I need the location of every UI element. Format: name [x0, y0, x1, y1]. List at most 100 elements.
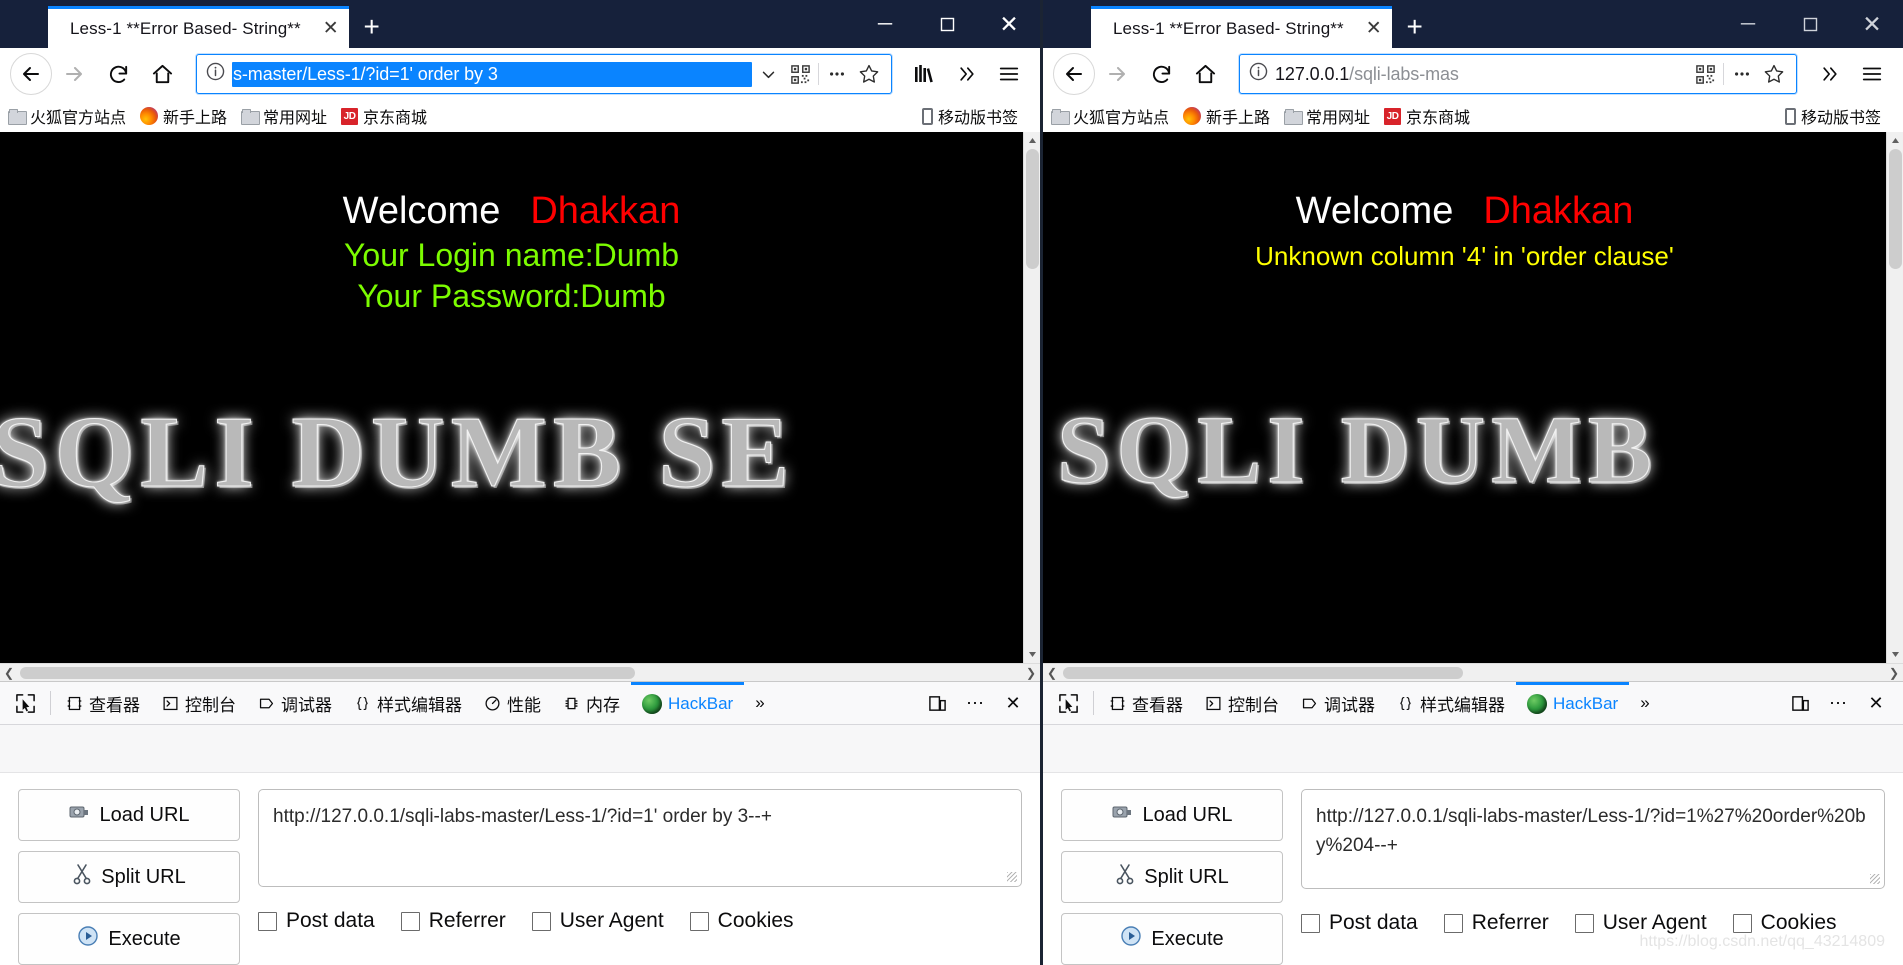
devtools-tabs-overflow[interactable]: »	[1629, 682, 1660, 724]
bookmark-item[interactable]: JD 京东商城	[1384, 104, 1470, 128]
devtools-tab-debugger[interactable]: 调试器	[1290, 682, 1386, 724]
page-vertical-scrollbar[interactable]	[1023, 132, 1040, 663]
devtools-tab-inspector[interactable]: 查看器	[1098, 682, 1194, 724]
horizontal-scroll-thumb[interactable]	[20, 667, 635, 679]
option-cookies[interactable]: Cookies	[689, 909, 794, 933]
scroll-right-arrow[interactable]: ❯	[1885, 666, 1903, 680]
page-actions-icon[interactable]	[821, 64, 853, 84]
address-bar[interactable]: 127.0.0.1/sqli-labs-mas	[1239, 54, 1797, 94]
checkbox[interactable]	[531, 911, 551, 931]
checkbox[interactable]	[1732, 913, 1752, 933]
library-icon[interactable]	[904, 53, 946, 95]
resize-grip-icon[interactable]	[1870, 874, 1880, 884]
bookmark-star-icon[interactable]	[853, 63, 885, 85]
devtools-tab-memory[interactable]: 内存	[552, 682, 631, 724]
load-url-button[interactable]: Load URL	[18, 789, 240, 841]
forward-button[interactable]	[1095, 52, 1139, 96]
reload-button[interactable]	[96, 52, 140, 96]
bookmark-mobile-folder[interactable]: 移动版书签	[921, 104, 1018, 128]
checkbox[interactable]	[689, 911, 709, 931]
reload-button[interactable]	[1139, 52, 1183, 96]
option-post-data[interactable]: Post data	[258, 909, 375, 933]
execute-button[interactable]: Execute	[18, 913, 240, 965]
devtools-tab-inspector[interactable]: 查看器	[55, 682, 151, 724]
minimize-button[interactable]: ─	[854, 0, 916, 48]
bookmark-mobile-folder[interactable]: 移动版书签	[1784, 104, 1881, 128]
back-button[interactable]	[10, 53, 52, 95]
page-horizontal-scrollbar[interactable]: ❮ ❯	[1043, 663, 1903, 681]
qr-code-icon[interactable]	[1689, 64, 1721, 84]
bookmark-item[interactable]: 火狐官方站点	[1051, 104, 1169, 128]
checkbox[interactable]	[400, 911, 420, 931]
load-url-button[interactable]: Load URL	[1061, 789, 1283, 841]
devtools-tab-console[interactable]: 控制台	[1194, 682, 1290, 724]
close-window-button[interactable]: ✕	[978, 0, 1040, 48]
overflow-chevron-icon[interactable]	[1809, 53, 1851, 95]
new-tab-button[interactable]: +	[1392, 6, 1438, 48]
bookmark-item[interactable]: 常用网址	[1284, 104, 1370, 128]
hackbar-url-textarea[interactable]: http://127.0.0.1/sqli-labs-master/Less-1…	[1301, 789, 1885, 889]
bookmark-item[interactable]: 新手上路	[1183, 104, 1270, 128]
qr-code-icon[interactable]	[784, 64, 816, 84]
devtools-more-icon[interactable]: ⋯	[1819, 682, 1857, 724]
bookmark-star-icon[interactable]	[1758, 63, 1790, 85]
forward-button[interactable]	[52, 52, 96, 96]
resize-grip-icon[interactable]	[1007, 872, 1017, 882]
devtools-tab-style-editor[interactable]: 样式编辑器	[343, 682, 473, 724]
split-url-button[interactable]: Split URL	[18, 851, 240, 903]
scroll-down-arrow[interactable]	[1023, 646, 1040, 663]
page-actions-icon[interactable]	[1726, 64, 1758, 84]
vertical-scroll-thumb[interactable]	[1026, 149, 1039, 269]
element-picker-icon[interactable]	[1047, 682, 1089, 724]
page-vertical-scrollbar[interactable]	[1886, 132, 1903, 663]
scroll-up-arrow[interactable]	[1023, 132, 1040, 149]
split-url-button[interactable]: Split URL	[1061, 851, 1283, 903]
overflow-chevron-icon[interactable]	[946, 53, 988, 95]
scroll-left-arrow[interactable]: ❮	[0, 666, 18, 680]
devtools-tabs-overflow[interactable]: »	[744, 682, 775, 724]
browser-tab[interactable]: Less-1 **Error Based- String** ✕	[48, 6, 349, 48]
horizontal-scroll-thumb[interactable]	[1063, 667, 1463, 679]
horizontal-scroll-track[interactable]	[1061, 664, 1885, 681]
option-user-agent[interactable]: User Agent	[531, 909, 664, 933]
devtools-tab-performance[interactable]: 性能	[473, 682, 552, 724]
option-referrer[interactable]: Referrer	[1443, 911, 1549, 935]
devtools-close-icon[interactable]: ✕	[994, 682, 1032, 724]
option-post-data[interactable]: Post data	[1301, 911, 1418, 935]
site-info-icon[interactable]	[205, 61, 226, 87]
devtools-tab-style-editor[interactable]: 样式编辑器	[1386, 682, 1516, 724]
checkbox[interactable]	[1574, 913, 1594, 933]
hackbar-url-textarea[interactable]: http://127.0.0.1/sqli-labs-master/Less-1…	[258, 789, 1022, 887]
bookmark-item[interactable]: 常用网址	[241, 104, 327, 128]
bookmark-item[interactable]: JD 京东商城	[341, 104, 427, 128]
tab-close-icon[interactable]: ✕	[301, 19, 339, 38]
new-tab-button[interactable]: +	[349, 6, 395, 48]
close-window-button[interactable]: ✕	[1841, 0, 1903, 48]
vertical-scroll-thumb[interactable]	[1889, 149, 1902, 269]
checkbox[interactable]	[1443, 913, 1463, 933]
home-button[interactable]	[1183, 52, 1227, 96]
app-menu-icon[interactable]	[988, 53, 1030, 95]
browser-tab[interactable]: Less-1 **Error Based- String** ✕	[1091, 6, 1392, 48]
address-bar-text[interactable]: 127.0.0.1/sqli-labs-mas	[1275, 64, 1689, 85]
execute-button[interactable]: Execute	[1061, 913, 1283, 965]
chevron-down-icon[interactable]	[752, 66, 784, 83]
devtools-tab-hackbar[interactable]: HackBar	[631, 681, 745, 724]
devtools-more-icon[interactable]: ⋯	[956, 682, 994, 724]
option-referrer[interactable]: Referrer	[400, 909, 506, 933]
minimize-button[interactable]: ─	[1717, 0, 1779, 48]
checkbox[interactable]	[1301, 913, 1320, 933]
maximize-button[interactable]	[916, 0, 978, 48]
bookmark-item[interactable]: 新手上路	[140, 104, 227, 128]
address-bar-text[interactable]: s-master/Less-1/?id=1' order by 3	[232, 61, 752, 87]
responsive-mode-icon[interactable]	[1781, 682, 1819, 724]
scroll-left-arrow[interactable]: ❮	[1043, 666, 1061, 680]
devtools-tab-console[interactable]: 控制台	[151, 682, 247, 724]
checkbox[interactable]	[258, 911, 277, 931]
page-horizontal-scrollbar[interactable]: ❮ ❯	[0, 663, 1040, 681]
address-bar[interactable]: s-master/Less-1/?id=1' order by 3	[196, 54, 892, 94]
devtools-tab-debugger[interactable]: 调试器	[247, 682, 343, 724]
option-cookies[interactable]: Cookies	[1732, 911, 1837, 935]
devtools-tab-hackbar[interactable]: HackBar	[1516, 681, 1630, 724]
bookmark-item[interactable]: 火狐官方站点	[8, 104, 126, 128]
